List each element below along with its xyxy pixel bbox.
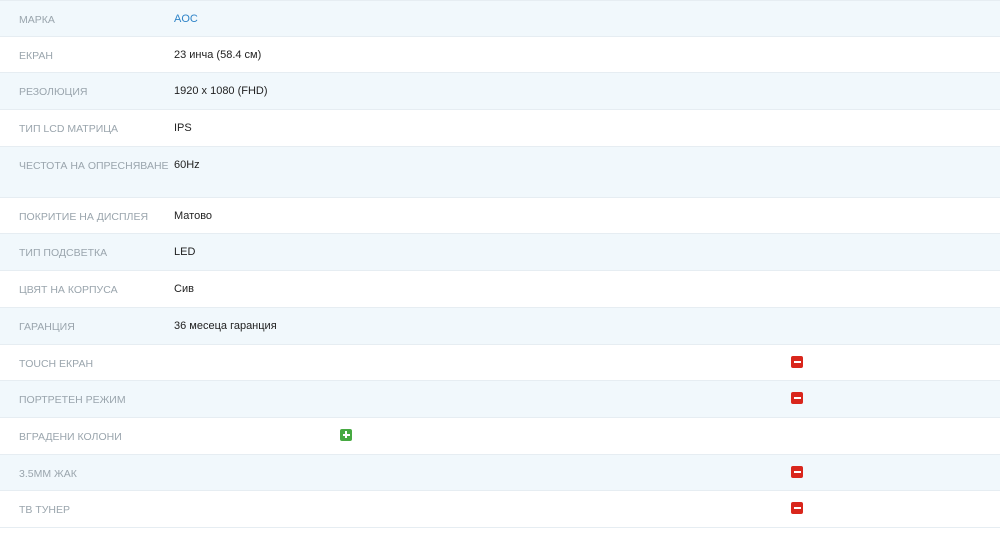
spec-label: ГАРАНЦИЯ [19, 320, 75, 333]
spec-row-backlight: ТИП ПОДСВЕТКА LED [0, 234, 1000, 272]
spec-label: 3.5ММ ЖАК [19, 467, 77, 480]
spec-value: Сив [174, 283, 194, 296]
spec-label: ЦВЯТ НА КОРПУСА [19, 284, 118, 297]
spec-value: IPS [174, 122, 192, 135]
spec-value: 23 инча (58.4 см) [174, 48, 262, 61]
spec-row-warranty: ГАРАНЦИЯ 36 месеца гаранция [0, 307, 1000, 345]
spec-row-screen: ЕКРАН 23 инча (58.4 см) [0, 37, 1000, 74]
spec-value: 36 месеца гаранция [174, 319, 277, 332]
spec-row-refresh-rate: ЧЕСТОТА НА ОПРЕСНЯВАНЕ 60Hz [0, 146, 1000, 198]
minus-icon [791, 355, 803, 368]
spec-label: РЕЗОЛЮЦИЯ [19, 86, 88, 99]
minus-icon [791, 502, 803, 515]
spec-label: МАРКА [19, 14, 55, 26]
specifications-table: МАРКА AOC ЕКРАН 23 инча (58.4 см) РЕЗОЛЮ… [0, 0, 1000, 528]
spec-value: LED [174, 246, 196, 259]
spec-value: 60Hz [174, 158, 200, 171]
spec-row-touch-screen: TOUCH ЕКРАН [0, 345, 1000, 382]
minus-icon [791, 465, 803, 478]
spec-row-panel-type: ТИП LCD МАТРИЦА IPS [0, 110, 1000, 147]
spec-label: ТВ ТУНЕР [19, 504, 71, 517]
spec-label: ТИП ПОДСВЕТКА [19, 247, 108, 260]
spec-row-brand: МАРКА AOC [0, 0, 1000, 37]
spec-value: 1920 x 1080 (FHD) [174, 85, 268, 98]
spec-label: ЧЕСТОТА НА ОПРЕСНЯВАНЕ [19, 159, 169, 172]
spec-row-case-color: ЦВЯТ НА КОРПУСА Сив [0, 271, 1000, 308]
spec-label: TOUCH ЕКРАН [19, 357, 94, 370]
spec-label: ПОКРИТИЕ НА ДИСПЛЕЯ [19, 210, 149, 223]
spec-row-tv-tuner: ТВ ТУНЕР [0, 491, 1000, 528]
spec-value: Матово [174, 209, 213, 222]
spec-row-display-coating: ПОКРИТИЕ НА ДИСПЛЕЯ Матово [0, 198, 1000, 235]
brand-link[interactable]: AOC [174, 1, 198, 27]
spec-row-resolution: РЕЗОЛЮЦИЯ 1920 x 1080 (FHD) [0, 73, 1000, 111]
spec-label: ЕКРАН [19, 49, 54, 62]
minus-icon [791, 392, 803, 405]
plus-icon [340, 428, 352, 441]
spec-label: ТИП LCD МАТРИЦА [19, 123, 119, 136]
spec-row-audio-jack: 3.5ММ ЖАК [0, 454, 1000, 492]
spec-label: ВГРАДЕНИ КОЛОНИ [19, 430, 122, 443]
spec-label: ПОРТРЕТЕН РЕЖИМ [19, 394, 126, 407]
spec-row-built-in-speakers: ВГРАДЕНИ КОЛОНИ [0, 418, 1000, 455]
spec-row-portrait-mode: ПОРТРЕТЕН РЕЖИМ [0, 381, 1000, 418]
